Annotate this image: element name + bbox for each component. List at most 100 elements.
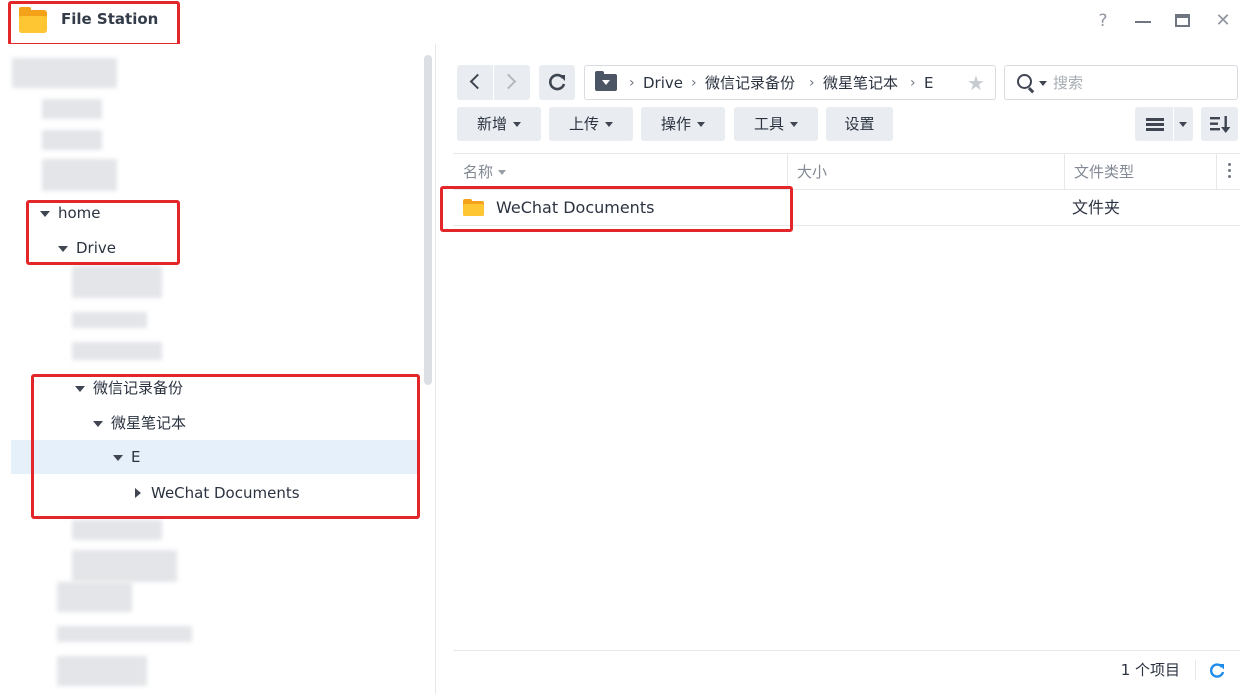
close-button[interactable]: ✕: [1210, 8, 1236, 34]
column-resize-handle[interactable]: [1064, 154, 1065, 190]
expand-caret-icon[interactable]: [58, 246, 68, 252]
redacted-entry: [57, 656, 147, 686]
dropdown-caret-icon: [1179, 122, 1187, 127]
tree-item-e[interactable]: E: [11, 440, 418, 474]
maximize-icon: [1175, 14, 1190, 27]
pane-divider[interactable]: [435, 44, 436, 694]
column-header-size[interactable]: 大小: [797, 154, 827, 190]
chevron-right-icon: ›: [629, 75, 635, 91]
breadcrumb-item[interactable]: 微信记录备份: [705, 66, 795, 101]
tools-button[interactable]: 工具: [734, 107, 818, 141]
column-header-label: 名称: [463, 163, 494, 181]
file-row[interactable]: WeChat Documents 文件夹: [453, 190, 1240, 226]
create-button[interactable]: 新增: [457, 107, 541, 141]
redacted-entry: [42, 99, 102, 119]
tree-item-home[interactable]: home: [0, 196, 418, 230]
maximize-button[interactable]: [1170, 8, 1196, 34]
expand-caret-icon[interactable]: [113, 455, 123, 461]
redacted-entry: [12, 58, 117, 88]
list-view-icon: [1146, 123, 1164, 126]
dropdown-caret-icon: [513, 122, 521, 127]
search-box[interactable]: [1004, 65, 1238, 100]
list-view-icon: [1146, 128, 1164, 131]
sort-icon: [1210, 116, 1231, 133]
create-button-label: 新增: [476, 115, 507, 133]
file-station-window: File Station ? ✕ home Drive 微信记录备份 微星笔记本…: [0, 0, 1255, 694]
minimize-icon: [1135, 21, 1151, 23]
expand-caret-icon[interactable]: [93, 421, 103, 427]
back-button[interactable]: [457, 65, 493, 100]
status-bar: 1 个项目: [453, 650, 1240, 688]
collapse-caret-icon[interactable]: [135, 488, 141, 498]
sort-button[interactable]: [1201, 107, 1238, 141]
settings-button[interactable]: 设置: [826, 107, 893, 141]
column-options-icon[interactable]: [1228, 163, 1231, 179]
tree-scrollbar[interactable]: [424, 55, 432, 385]
refresh-icon: [549, 73, 566, 91]
chevron-right-icon: ›: [809, 75, 815, 91]
help-button[interactable]: ?: [1090, 8, 1116, 34]
search-input[interactable]: [1053, 72, 1223, 94]
tree-item-label: WeChat Documents: [151, 484, 300, 502]
favorite-star-icon[interactable]: ★: [967, 68, 985, 98]
expand-caret-icon[interactable]: [75, 386, 85, 392]
status-divider: [1195, 660, 1196, 680]
dropdown-caret-icon: [790, 122, 798, 127]
breadcrumb-item[interactable]: Drive: [643, 66, 683, 101]
folder-icon: [463, 199, 484, 216]
upload-button[interactable]: 上传: [549, 107, 633, 141]
tree-item-label: 微信记录备份: [93, 379, 184, 397]
column-resize-handle[interactable]: [787, 154, 788, 190]
tree-item-label: E: [131, 448, 141, 466]
redacted-entry: [72, 550, 177, 582]
column-header-name[interactable]: 名称: [463, 154, 507, 190]
chevron-right-icon: [500, 73, 517, 90]
redacted-entry: [57, 626, 192, 642]
chevron-right-icon: ›: [910, 75, 916, 91]
breadcrumb-item[interactable]: E: [924, 66, 933, 101]
tree-item-drive[interactable]: Drive: [0, 231, 418, 265]
list-view-icon: [1146, 118, 1164, 121]
redacted-entry: [72, 266, 162, 298]
settings-button-label: 设置: [844, 115, 875, 133]
forward-button[interactable]: [494, 65, 530, 100]
tree-item-wechat-documents[interactable]: WeChat Documents: [0, 476, 418, 510]
item-count: 1 个项目: [1120, 661, 1180, 679]
file-list-header: 名称 大小 文件类型: [453, 153, 1240, 190]
folder-dropdown-icon[interactable]: [595, 71, 617, 91]
redacted-entry: [72, 312, 147, 328]
action-button[interactable]: 操作: [641, 107, 725, 141]
redacted-entry: [42, 130, 102, 150]
file-name: WeChat Documents: [496, 198, 655, 217]
tree-item-label: 微星笔记本: [111, 414, 187, 432]
action-button-label: 操作: [660, 115, 691, 133]
view-mode-button[interactable]: [1135, 107, 1173, 141]
dropdown-caret-icon: [605, 122, 613, 127]
app-title: File Station: [61, 10, 159, 28]
file-station-folder-icon: [19, 7, 47, 33]
tree-item-label: Drive: [76, 239, 116, 257]
refresh-button[interactable]: [539, 65, 575, 100]
breadcrumb-item[interactable]: 微星笔记本: [823, 66, 898, 101]
upload-button-label: 上传: [568, 115, 599, 133]
search-icon[interactable]: [1017, 74, 1032, 89]
dropdown-caret-icon: [697, 122, 705, 127]
tree-item-wechat-backup[interactable]: 微信记录备份: [0, 371, 418, 405]
sort-caret-icon: [498, 170, 507, 175]
expand-caret-icon[interactable]: [40, 211, 50, 217]
minimize-button[interactable]: [1130, 8, 1156, 34]
refresh-icon[interactable]: [1208, 661, 1226, 679]
redacted-entry: [72, 342, 162, 360]
path-bar[interactable]: › Drive › 微信记录备份 › 微星笔记本 › E ★: [584, 65, 996, 100]
chevron-right-icon: ›: [691, 75, 697, 91]
column-resize-handle[interactable]: [1216, 154, 1217, 190]
column-header-type[interactable]: 文件类型: [1074, 154, 1134, 190]
tree-item-wx-notebook[interactable]: 微星笔记本: [0, 406, 418, 440]
tools-button-label: 工具: [753, 115, 784, 133]
redacted-entry: [72, 520, 162, 540]
view-mode-dropdown[interactable]: [1174, 107, 1193, 141]
chevron-left-icon: [469, 73, 486, 90]
search-options-caret-icon[interactable]: [1039, 81, 1047, 86]
redacted-entry: [42, 159, 117, 191]
tree-item-label: home: [58, 204, 101, 222]
